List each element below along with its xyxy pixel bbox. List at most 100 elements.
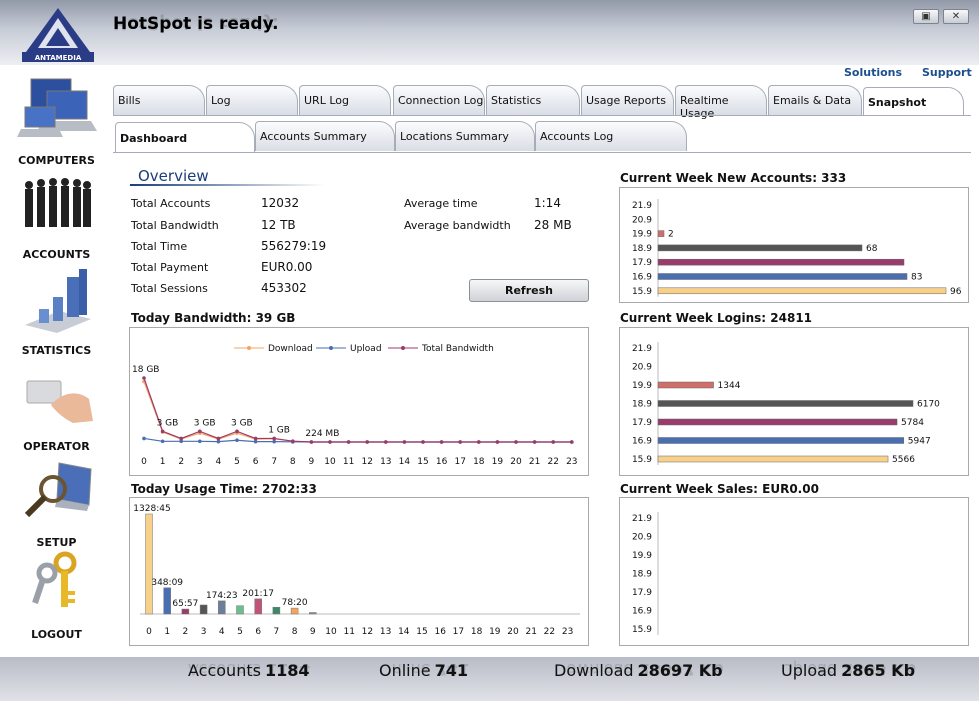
data-point bbox=[253, 439, 258, 444]
tab-usage-reports[interactable]: Usage Reports bbox=[581, 85, 674, 115]
sidebar-item-logout[interactable]: LOGOUT bbox=[0, 547, 113, 641]
x-tick-label: 22 bbox=[544, 627, 555, 637]
computers-icon bbox=[16, 78, 97, 137]
logout-icon bbox=[31, 551, 76, 607]
data-point bbox=[272, 436, 276, 441]
sidebar-item-label: OPERATOR bbox=[23, 440, 90, 453]
tab-bills[interactable]: Bills bbox=[113, 85, 205, 115]
data-point bbox=[272, 439, 276, 444]
data-point bbox=[160, 439, 165, 444]
operator-icon bbox=[26, 380, 93, 423]
usage-chart-svg: 1328:450348:09165:572 3174:234 5201:176 778… bbox=[133, 504, 580, 637]
x-tick-label: 10 bbox=[324, 457, 336, 467]
y-tick-label: 21.9 bbox=[632, 514, 652, 524]
logins-chart: 21.9 20.9 19.9 1344 18.9 6170 17.9 5784 16.9 5947… bbox=[619, 327, 969, 476]
data-point bbox=[216, 436, 221, 441]
sidebar-item-label: ACCOUNTS bbox=[22, 248, 91, 261]
x-tick-label: 19 bbox=[492, 457, 504, 467]
data-point bbox=[439, 440, 444, 444]
refresh-button[interactable]: Refresh bbox=[469, 279, 589, 302]
tab-dashboard[interactable]: Dashboard bbox=[115, 122, 255, 153]
x-tick-label: 20 bbox=[510, 457, 522, 467]
sidebar-item-computers[interactable]: COMPUTERS bbox=[0, 73, 113, 167]
bar bbox=[254, 598, 262, 615]
status-accounts-reflection: Accounts 1184 bbox=[188, 660, 311, 679]
tab-url-log[interactable]: URL Log bbox=[299, 85, 391, 115]
bar bbox=[309, 612, 317, 615]
close-button[interactable]: ✕ bbox=[943, 9, 969, 24]
x-tick-label: 8 bbox=[292, 627, 298, 637]
tab-snapshot[interactable]: Snapshot bbox=[863, 87, 964, 116]
x-tick-label: 3 bbox=[197, 457, 203, 467]
usage-chart-title: Today Usage Time: 2702:33 bbox=[131, 482, 317, 496]
tab-connection-log[interactable]: Connection Log bbox=[393, 85, 485, 115]
x-tick-label: 5 bbox=[234, 457, 240, 467]
new-accounts-chart-svg: 21.9 20.9 19.9 2 18.9 68 17.9 16.9 83 15.9 96 bbox=[632, 199, 962, 297]
sidebar-item-setup[interactable]: SETUP bbox=[0, 455, 113, 549]
y-tick-label: 19.9 bbox=[632, 230, 652, 240]
data-label: 78:20 bbox=[282, 598, 308, 608]
x-tick-label: 23 bbox=[562, 627, 573, 637]
x-tick-label: 10 bbox=[325, 627, 337, 637]
antamedia-logo: ANTAMEDIA bbox=[22, 8, 94, 62]
bar bbox=[657, 437, 905, 444]
x-tick-label: 16 bbox=[436, 457, 448, 467]
sidebar-item-label: STATISTICS bbox=[21, 344, 92, 357]
y-tick-label: 17.9 bbox=[632, 418, 652, 428]
y-tick-label: 18.9 bbox=[632, 570, 652, 580]
tab-statistics[interactable]: Statistics bbox=[486, 85, 580, 115]
tab-accounts-log[interactable]: Accounts Log bbox=[535, 121, 687, 151]
restore-button[interactable]: ▣ bbox=[913, 9, 939, 24]
data-label: 2 bbox=[668, 230, 674, 240]
x-tick-label: 17 bbox=[454, 457, 465, 467]
x-tick-label: 8 bbox=[290, 457, 296, 467]
x-tick-label: 12 bbox=[362, 627, 373, 637]
data-label: 96 bbox=[950, 287, 962, 297]
tab-realtime-usage[interactable]: Realtime Usage bbox=[675, 85, 767, 120]
y-tick-label: 20.9 bbox=[632, 215, 652, 225]
bar bbox=[199, 604, 208, 615]
y-tick-label: 18.9 bbox=[632, 400, 652, 410]
sidebar-item-label: COMPUTERS bbox=[18, 154, 95, 167]
bar bbox=[657, 455, 889, 463]
data-label: 174:23 bbox=[206, 591, 238, 601]
x-tick-label: 2 bbox=[183, 627, 189, 637]
x-tick-label: 5 bbox=[237, 627, 243, 637]
data-label: 3 GB bbox=[157, 418, 179, 428]
sidebar-item-accounts[interactable]: ACCOUNTS bbox=[0, 167, 113, 261]
y-tick-label: 20.9 bbox=[632, 363, 652, 373]
data-label: 5947 bbox=[908, 437, 931, 447]
x-tick-label: 18 bbox=[471, 627, 483, 637]
tab-accounts-summary[interactable]: Accounts Summary bbox=[255, 121, 395, 151]
x-tick-label: 6 bbox=[253, 457, 259, 467]
x-tick-label: 3 bbox=[201, 627, 207, 637]
data-label: 1 GB bbox=[268, 425, 290, 435]
y-tick-label: 15.9 bbox=[632, 625, 652, 635]
series-line bbox=[143, 377, 572, 443]
sidebar-item-statistics[interactable]: STATISTICS bbox=[0, 263, 113, 357]
data-point bbox=[458, 440, 463, 444]
data-label: 5784 bbox=[901, 418, 924, 428]
sidebar-item-label: LOGOUT bbox=[31, 628, 82, 641]
sales-chart: 21.9 20.9 19.9 18.9 17.9 16.9 15.9 bbox=[619, 497, 969, 646]
data-point bbox=[328, 440, 332, 444]
tab-locations-summary[interactable]: Locations Summary bbox=[395, 121, 535, 151]
x-tick-label: 20 bbox=[507, 627, 519, 637]
logins-chart-svg: 21.9 20.9 19.9 1344 18.9 6170 17.9 5784 16.9 5947… bbox=[632, 342, 940, 465]
tab-emails-data[interactable]: Emails & Data bbox=[768, 85, 862, 115]
support-link[interactable]: Support bbox=[922, 66, 972, 79]
x-tick-label: 0 bbox=[146, 627, 152, 637]
x-tick-label: 1 bbox=[164, 627, 170, 637]
x-tick-label: 23 bbox=[566, 457, 577, 467]
legend-label: Total Bandwidth bbox=[421, 344, 494, 354]
x-tick-label: 18 bbox=[473, 457, 485, 467]
data-point bbox=[402, 440, 407, 444]
y-tick-label: 15.9 bbox=[632, 455, 652, 465]
tab-log[interactable]: Log bbox=[206, 85, 298, 115]
status-download-reflection: Download 28697 Kb bbox=[554, 660, 724, 679]
solutions-link[interactable]: Solutions bbox=[844, 66, 902, 79]
new-accounts-chart: 21.9 20.9 19.9 2 18.9 68 17.9 16.9 83 15.9 96 bbox=[619, 187, 969, 303]
data-label: 65:57 bbox=[172, 599, 198, 609]
sidebar-item-operator[interactable]: OPERATOR bbox=[0, 359, 113, 453]
stat-label: Total Time bbox=[131, 240, 188, 253]
